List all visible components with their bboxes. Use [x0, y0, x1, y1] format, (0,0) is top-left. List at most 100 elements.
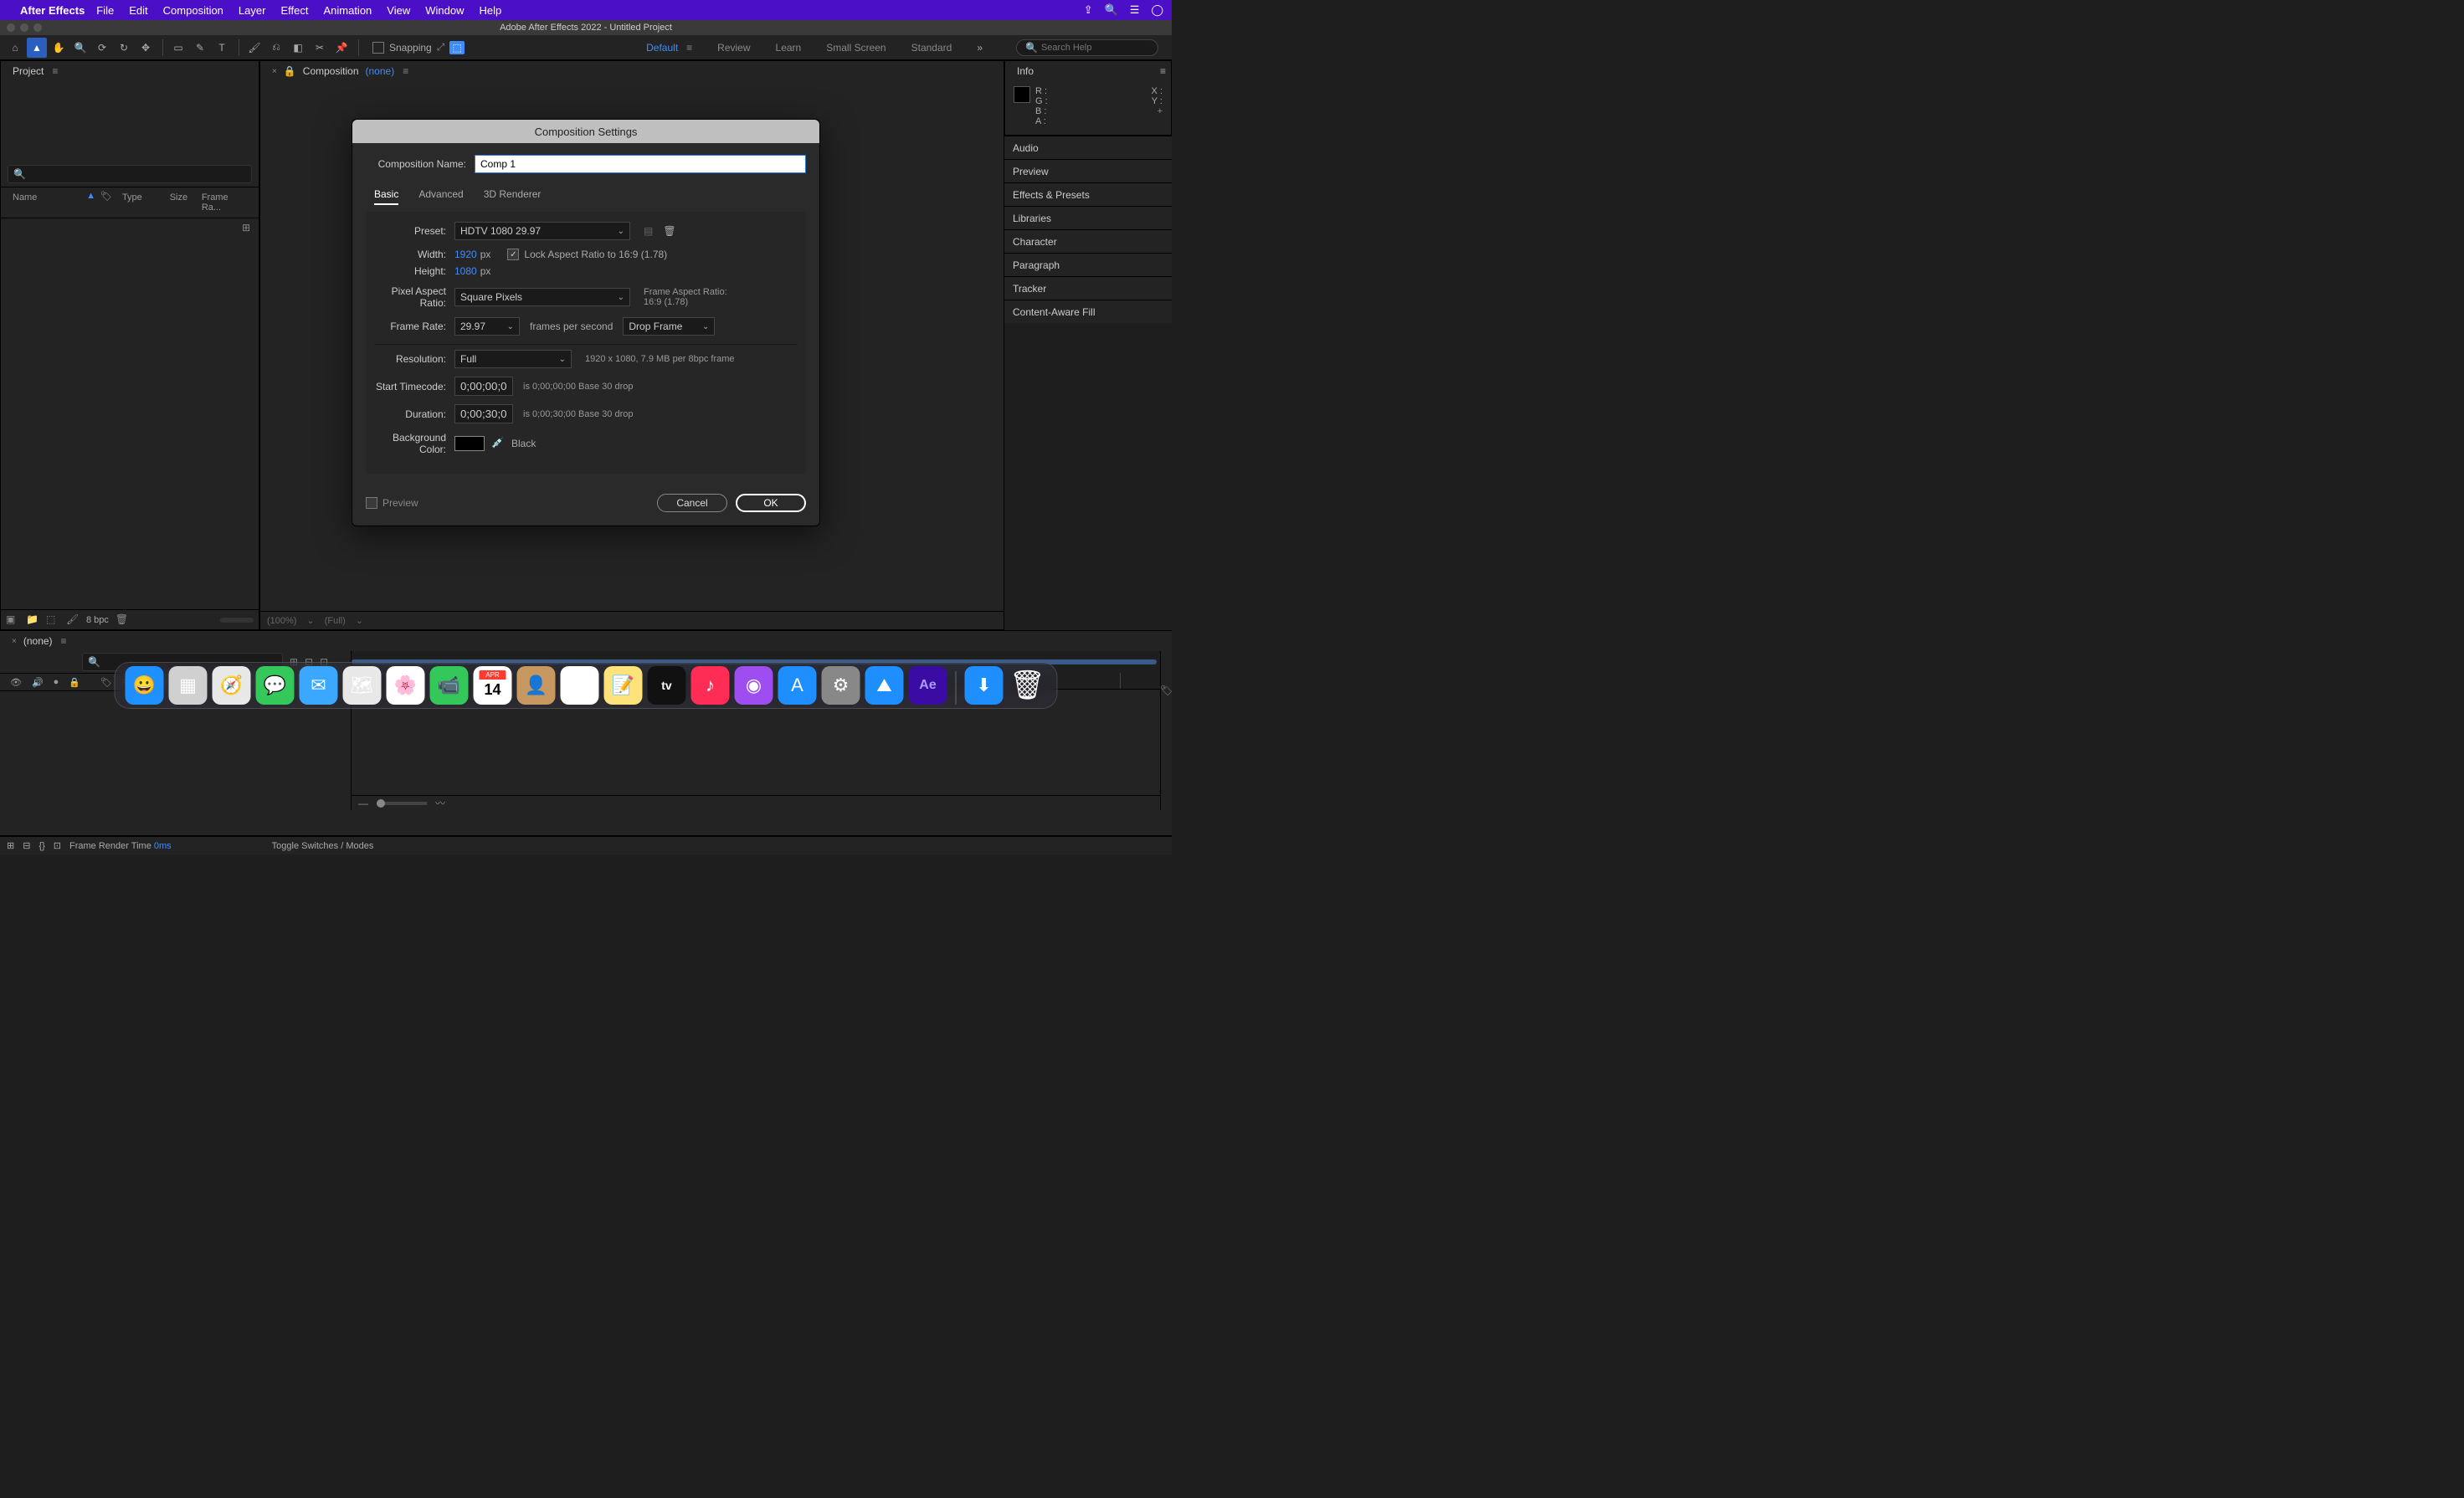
duration-input[interactable]: [454, 404, 513, 423]
brush-tool-icon[interactable]: 🖌: [244, 38, 264, 58]
preset-save-icon[interactable]: ▤: [639, 225, 658, 237]
solo-column-icon[interactable]: ●: [49, 677, 64, 687]
anchor-tool-icon[interactable]: ✥: [136, 38, 156, 58]
ok-button[interactable]: OK: [736, 494, 806, 512]
snapping-checkbox[interactable]: [372, 42, 384, 54]
menu-window[interactable]: Window: [425, 4, 464, 17]
project-items-area[interactable]: ⊞: [1, 218, 259, 609]
timeline-zoom-out-icon[interactable]: —: [358, 798, 368, 809]
menu-help[interactable]: Help: [479, 4, 501, 17]
status-icon-1[interactable]: ⊞: [7, 840, 14, 851]
workspace-small-screen[interactable]: Small Screen: [826, 42, 886, 54]
puppet-tool-icon[interactable]: 📌: [331, 38, 352, 58]
info-panel-menu-icon[interactable]: ≡: [1160, 65, 1166, 77]
bgcolor-swatch[interactable]: [454, 436, 485, 451]
project-flowchart-icon[interactable]: ⊞: [242, 222, 250, 233]
menu-file[interactable]: File: [96, 4, 114, 17]
workspace-standard[interactable]: Standard: [911, 42, 952, 54]
project-panel-menu-icon[interactable]: ≡: [52, 65, 58, 77]
workspace-learn[interactable]: Learn: [776, 42, 802, 54]
dock-downloads[interactable]: ⬇︎: [965, 666, 1004, 705]
col-name[interactable]: Name: [8, 191, 86, 214]
status-icon-4[interactable]: ⊡: [54, 840, 61, 851]
comp-zoom[interactable]: (100%): [267, 616, 296, 626]
menu-composition[interactable]: Composition: [163, 4, 223, 17]
menu-view[interactable]: View: [387, 4, 410, 17]
new-comp-icon[interactable]: ⬚: [46, 613, 59, 627]
comp-panel-menu-icon[interactable]: ≡: [403, 65, 408, 77]
dock-app-calendar[interactable]: APR14: [474, 666, 512, 705]
zoom-tool-icon[interactable]: 🔍: [70, 38, 90, 58]
dock-app-maps[interactable]: 🗺: [343, 666, 382, 705]
panel-preview[interactable]: Preview: [1004, 159, 1172, 182]
dialog-tab-3d-renderer[interactable]: 3D Renderer: [484, 185, 542, 205]
panel-paragraph[interactable]: Paragraph: [1004, 253, 1172, 276]
comp-zoom-chevron-icon[interactable]: ⌄: [306, 615, 314, 626]
rect-tool-icon[interactable]: ▭: [168, 38, 188, 58]
workspace-default[interactable]: Default: [646, 42, 678, 54]
app-name[interactable]: After Effects: [20, 4, 85, 17]
sort-icon[interactable]: ▲: [86, 191, 95, 214]
timeline-close-icon[interactable]: ×: [12, 637, 17, 646]
timeline-tab[interactable]: × (none) ≡: [5, 633, 74, 649]
interpret-footage-icon[interactable]: ▣: [6, 613, 19, 627]
toggle-switches-modes[interactable]: Toggle Switches / Modes: [272, 841, 374, 851]
dock-trash[interactable]: 🗑: [1009, 666, 1047, 705]
panel-audio[interactable]: Audio: [1004, 136, 1172, 159]
dock-app-after-effects[interactable]: Ae: [909, 666, 947, 705]
dialog-preview-checkbox[interactable]: [366, 497, 377, 509]
workspace-overflow-icon[interactable]: »: [977, 42, 983, 54]
dock-app-contacts[interactable]: 👤: [517, 666, 556, 705]
dock-app-launchpad[interactable]: ▦: [169, 666, 208, 705]
panel-content-aware-fill[interactable]: Content-Aware Fill: [1004, 300, 1172, 323]
tag-icon[interactable]: 🏷: [100, 191, 112, 214]
menu-effect[interactable]: Effect: [280, 4, 308, 17]
col-framerate[interactable]: Frame Ra...: [197, 191, 252, 214]
timeline-zoom-in-icon[interactable]: 〰: [435, 796, 445, 810]
dock-app-notes[interactable]: 📝: [604, 666, 643, 705]
composition-panel-tab[interactable]: × 🔒 Composition (none) ≡: [265, 63, 415, 80]
col-size[interactable]: Size: [165, 191, 197, 214]
search-help-field[interactable]: 🔍: [1016, 39, 1158, 56]
preset-select[interactable]: HDTV 1080 29.97⌄: [454, 222, 630, 240]
cancel-button[interactable]: Cancel: [657, 494, 727, 512]
dock-app-facetime[interactable]: 📹: [430, 666, 469, 705]
info-panel-tab[interactable]: Info: [1010, 63, 1040, 80]
menubar-control-center-icon[interactable]: ☰: [1130, 3, 1140, 17]
menu-layer[interactable]: Layer: [239, 4, 266, 17]
dock-app-stocks-or-xcode[interactable]: ⛰: [865, 666, 904, 705]
dock-app-safari[interactable]: 🧭: [213, 666, 251, 705]
project-search-field[interactable]: 🔍: [8, 165, 252, 183]
new-folder-icon[interactable]: 📁: [26, 613, 39, 627]
bpc-label[interactable]: 8 bpc: [86, 615, 109, 625]
dialog-tab-advanced[interactable]: Advanced: [418, 185, 463, 205]
search-help-input[interactable]: [1041, 43, 1149, 53]
snap-option-1-icon[interactable]: ⤢: [437, 41, 445, 54]
lock-icon[interactable]: 🔒: [284, 65, 296, 77]
lock-aspect-checkbox[interactable]: [507, 249, 519, 260]
text-tool-icon[interactable]: T: [212, 38, 232, 58]
timeline-marker-icon[interactable]: 🏷: [1160, 685, 1173, 696]
workspace-default-menu-icon[interactable]: ≡: [686, 42, 692, 54]
dock-app-podcasts[interactable]: ◉: [735, 666, 773, 705]
framerate-select[interactable]: 29.97⌄: [454, 317, 520, 336]
dropframe-select[interactable]: Drop Frame⌄: [623, 317, 715, 336]
dock-app-appstore[interactable]: A: [778, 666, 817, 705]
trash-icon[interactable]: 🗑: [116, 613, 129, 627]
panel-tracker[interactable]: Tracker: [1004, 276, 1172, 300]
resolution-select[interactable]: Full⌄: [454, 350, 572, 368]
comp-res-chevron-icon[interactable]: ⌄: [356, 615, 363, 626]
roto-tool-icon[interactable]: ✂: [310, 38, 330, 58]
home-tool-icon[interactable]: ⌂: [5, 38, 25, 58]
status-icon-2[interactable]: ⊟: [23, 840, 30, 851]
lock-column-icon[interactable]: 🔒: [64, 677, 85, 688]
dock-app-reminders[interactable]: ☑︎: [561, 666, 599, 705]
timeline-panel-menu-icon[interactable]: ≡: [61, 635, 67, 647]
dock-app-photos[interactable]: 🌸: [387, 666, 425, 705]
dock-app-messages[interactable]: 💬: [256, 666, 295, 705]
clone-tool-icon[interactable]: ⎌: [266, 38, 286, 58]
eyedropper-icon[interactable]: 💉: [491, 437, 505, 450]
workspace-review[interactable]: Review: [717, 42, 750, 54]
comp-res[interactable]: (Full): [325, 616, 346, 626]
menubar-spotlight-icon[interactable]: 🔍: [1105, 3, 1118, 17]
